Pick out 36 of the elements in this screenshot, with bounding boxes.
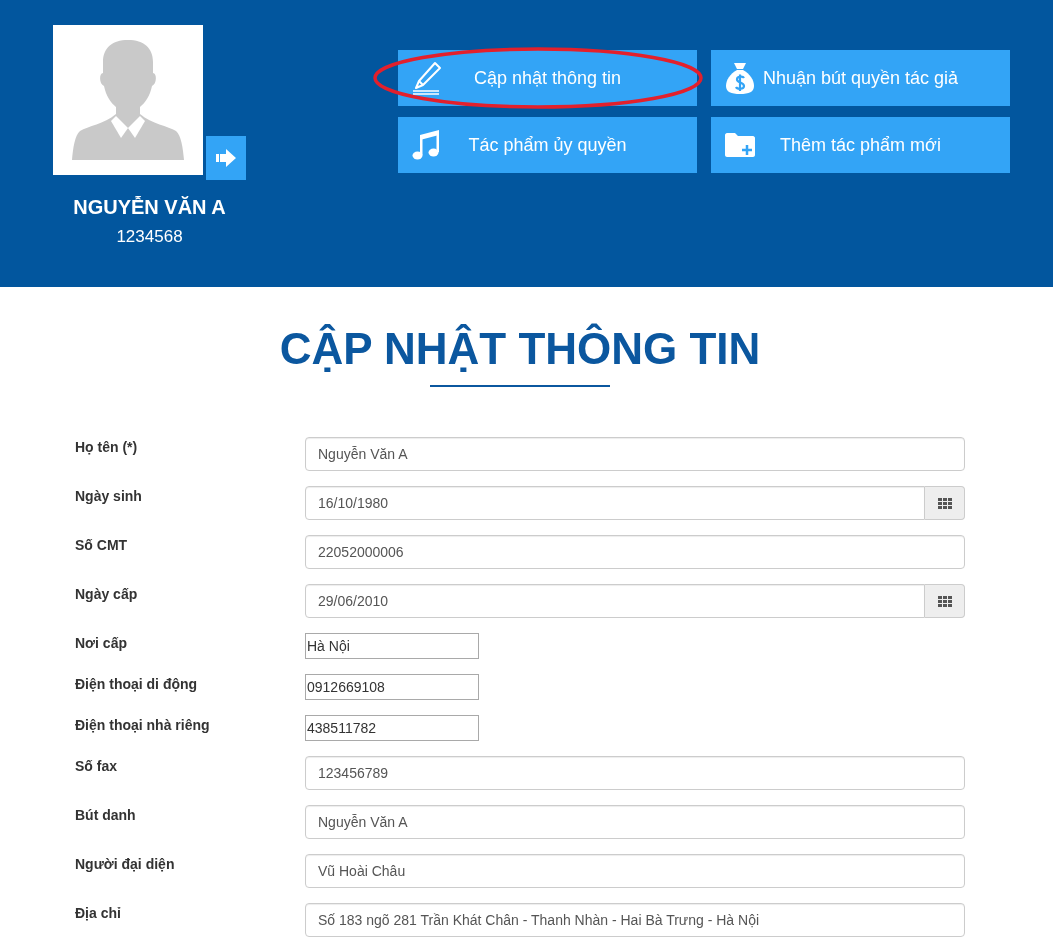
- field-label: Người đại diện: [74, 855, 176, 874]
- person-silhouette-icon: [72, 40, 184, 160]
- text-field[interactable]: Nguyễn Văn A: [305, 437, 965, 471]
- calendar-button[interactable]: [925, 486, 965, 520]
- text-field[interactable]: Hà Nội: [305, 633, 479, 659]
- arrow-button[interactable]: [206, 136, 246, 180]
- field-label: Nơi cấp: [74, 634, 128, 653]
- user-id: 1234568: [116, 227, 183, 247]
- calendar-button[interactable]: [925, 584, 965, 618]
- field-label: Bút danh: [74, 806, 137, 825]
- arrow-right-icon: [216, 149, 236, 167]
- money-bag-icon: [725, 61, 755, 95]
- user-name: NGUYỄN VĂN A: [73, 196, 226, 219]
- field-label: Địa chỉ: [74, 904, 122, 923]
- date-field[interactable]: 29/06/2010: [305, 584, 925, 618]
- date-field[interactable]: 16/10/1980: [305, 486, 925, 520]
- field-label: Ngày sinh: [74, 487, 143, 506]
- text-field[interactable]: 438511782: [305, 715, 479, 741]
- field-label: Họ tên (*): [74, 438, 139, 457]
- folder-plus-icon: [725, 133, 755, 157]
- text-field[interactable]: Số 183 ngõ 281 Trần Khát Chân - Thanh Nhàn - Hai Bà Trưng - Hà Nội: [305, 903, 965, 937]
- grid-icon: [937, 497, 952, 509]
- text-field[interactable]: 123456789: [305, 756, 965, 790]
- field-label: Số CMT: [74, 536, 129, 555]
- music-notes-icon: [412, 129, 440, 161]
- field-label: Điện thoại nhà riêng: [74, 716, 211, 735]
- page-title: CẬP NHẬT THÔNG TIN: [278, 323, 762, 375]
- pen-icon: [412, 61, 442, 95]
- field-label: Ngày cấp: [74, 585, 139, 604]
- grid-icon: [937, 595, 952, 607]
- text-field[interactable]: Vũ Hoài Châu: [305, 854, 965, 888]
- text-field[interactable]: 0912669108: [305, 674, 479, 700]
- text-field[interactable]: Nguyễn Văn A: [305, 805, 965, 839]
- field-label: Điện thoại di động: [74, 675, 199, 694]
- field-label: Số fax: [74, 757, 118, 776]
- text-field[interactable]: 22052000006: [305, 535, 965, 569]
